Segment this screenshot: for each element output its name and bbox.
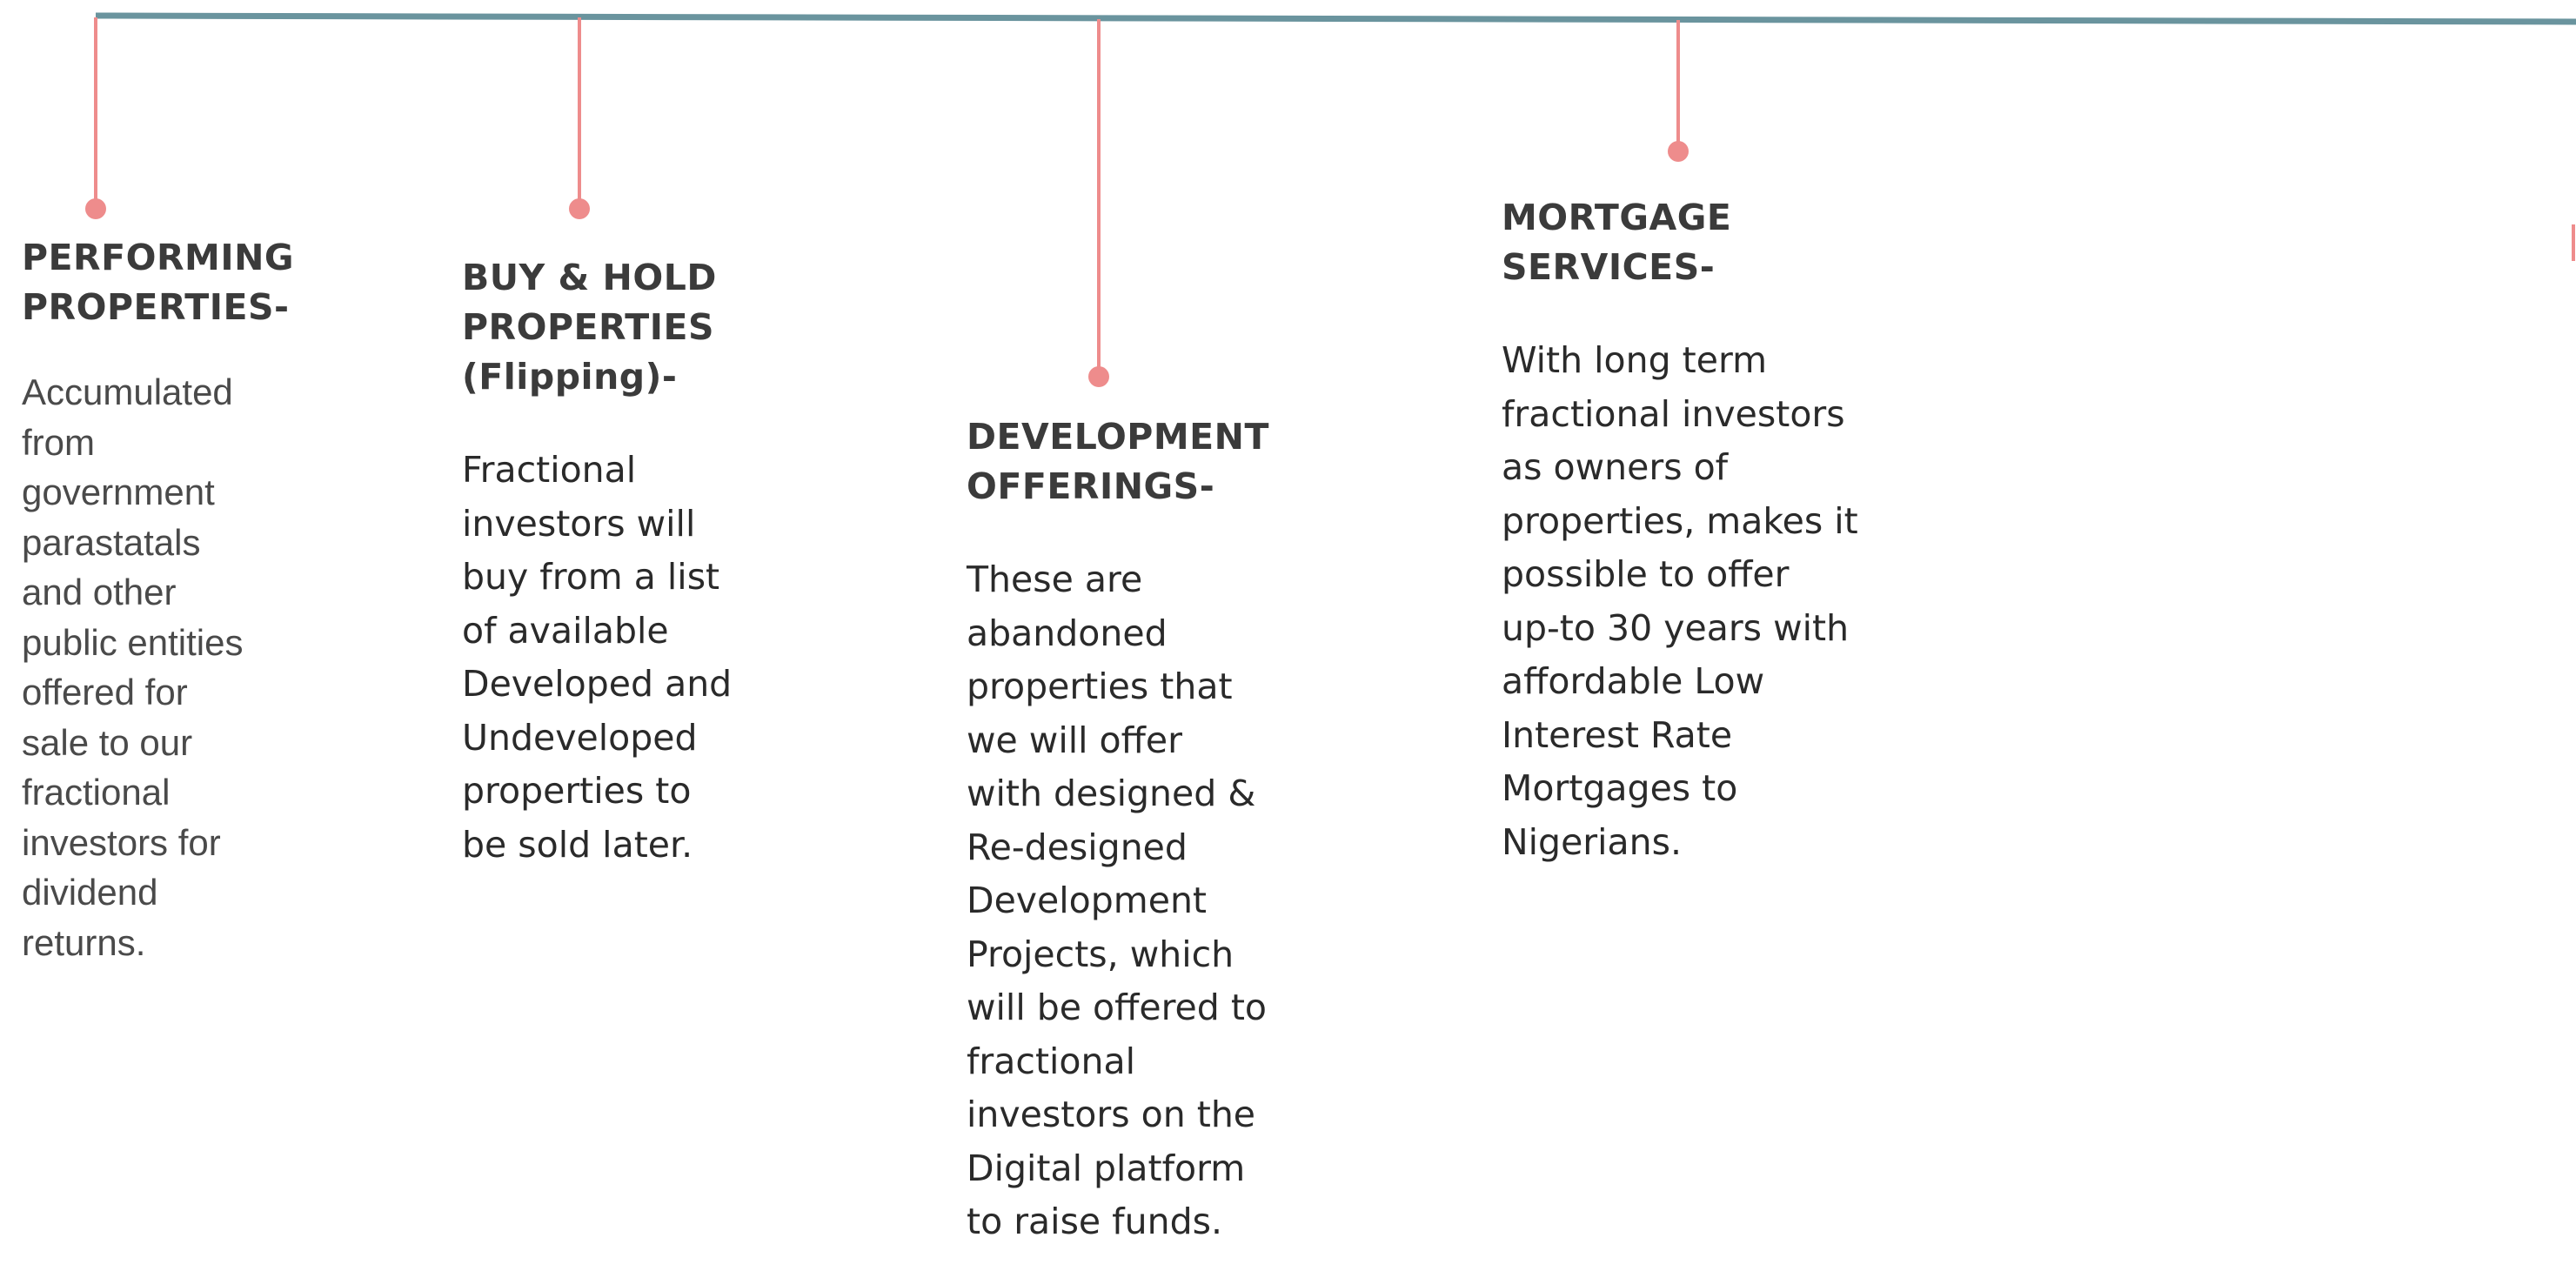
item-description: Accumulated from government parastatals … bbox=[22, 367, 309, 967]
timeline-line bbox=[95, 12, 2576, 25]
item-title-line: MORTGAGE bbox=[1502, 197, 1732, 238]
item-description-line: we will offer bbox=[967, 719, 1182, 761]
item-description-line: Mortgages to bbox=[1502, 767, 1738, 809]
item-description-line: With long term bbox=[1502, 339, 1768, 381]
timeline-item-performing-properties: PERFORMING PROPERTIES- Accumulated from … bbox=[22, 233, 309, 967]
item-description-line: to raise funds. bbox=[967, 1201, 1223, 1242]
item-description-line: buy from a list bbox=[462, 556, 720, 598]
item-description: These are abandoned properties that we w… bbox=[967, 553, 1332, 1249]
timeline-item-development-offerings: DEVELOPMENT OFFERINGS- These are abandon… bbox=[967, 412, 1332, 1249]
item-description-line: Development bbox=[967, 880, 1208, 921]
item-description-line: Interest Rate bbox=[1502, 713, 1733, 756]
item-description-line: Nigerians. bbox=[1502, 820, 1683, 863]
item-title-line: PERFORMING bbox=[22, 237, 295, 278]
item-description-line: from bbox=[22, 421, 95, 463]
item-description-line: investors for bbox=[22, 821, 221, 863]
item-title-line: (Flipping)- bbox=[462, 356, 678, 398]
item-description-line: fractional investors bbox=[1502, 392, 1845, 435]
item-description-line: fractional bbox=[22, 772, 171, 813]
item-description-line: Fractional bbox=[462, 449, 637, 491]
item-description-line: be sold later. bbox=[462, 823, 693, 866]
item-description-line: will be offered to bbox=[967, 987, 1267, 1028]
item-description-line: properties, makes it bbox=[1502, 499, 1858, 542]
item-description-line: up-to 30 years with bbox=[1502, 606, 1850, 649]
item-description-line: Re-designed bbox=[967, 826, 1188, 868]
item-description-line: abandoned bbox=[967, 612, 1168, 654]
item-title-line: BUY & HOLD bbox=[462, 257, 717, 298]
item-description-line: returns. bbox=[22, 921, 146, 963]
item-title: MORTGAGE SERVICES- bbox=[1502, 193, 1919, 292]
item-description-line: and other bbox=[22, 572, 177, 612]
item-description-line: investors will bbox=[462, 502, 696, 545]
item-description-line: possible to offer bbox=[1502, 553, 1790, 595]
item-title-line: PROPERTIES- bbox=[22, 286, 290, 328]
item-description-line: dividend bbox=[22, 872, 158, 913]
timeline-connectors bbox=[85, 17, 2575, 387]
item-description-line: with designed & bbox=[967, 773, 1256, 814]
item-description-line: government bbox=[22, 472, 215, 512]
connector-dot bbox=[1668, 141, 1689, 162]
timeline-item-mortgage-services: MORTGAGE SERVICES- With long term fracti… bbox=[1502, 193, 1919, 869]
item-description-line: investors on the bbox=[967, 1094, 1256, 1135]
item-description-line: properties to bbox=[462, 770, 692, 812]
item-title-line: OFFERINGS- bbox=[967, 465, 1215, 507]
timeline-item-buy-and-hold: BUY & HOLD PROPERTIES (Flipping)- Fracti… bbox=[462, 253, 793, 872]
item-description-line: properties that bbox=[967, 666, 1233, 707]
item-description-line: Digital platform bbox=[967, 1147, 1246, 1189]
item-description-line: affordable Low bbox=[1502, 660, 1765, 702]
item-title: DEVELOPMENT OFFERINGS- bbox=[967, 412, 1332, 512]
item-description-line: sale to our bbox=[22, 721, 193, 763]
item-title: PERFORMING PROPERTIES- bbox=[22, 233, 309, 332]
item-description-line: parastatals bbox=[22, 521, 201, 563]
item-description-line: as owners of bbox=[1502, 446, 1729, 488]
item-description: Fractional investors will buy from a lis… bbox=[462, 444, 793, 872]
item-description-line: Projects, which bbox=[967, 933, 1234, 975]
connector-dot bbox=[569, 198, 590, 219]
item-title-line: PROPERTIES bbox=[462, 306, 715, 348]
connector-dot bbox=[85, 198, 106, 219]
item-description-line: Accumulated bbox=[22, 371, 233, 412]
item-description-line: of available bbox=[462, 609, 669, 652]
item-description-line: Developed and bbox=[462, 663, 733, 705]
item-title-line: SERVICES- bbox=[1502, 246, 1716, 288]
item-description-line: offered for bbox=[22, 672, 188, 712]
item-description-line: These are bbox=[967, 559, 1143, 600]
item-description-line: fractional bbox=[967, 1040, 1136, 1082]
item-description-line: Undeveloped bbox=[462, 716, 698, 759]
item-description: With long term fractional investors as o… bbox=[1502, 334, 1919, 869]
item-description-line: public entities bbox=[22, 621, 244, 663]
item-title: BUY & HOLD PROPERTIES (Flipping)- bbox=[462, 253, 793, 402]
item-title-line: DEVELOPMENT bbox=[967, 416, 1269, 458]
connector-dot bbox=[1088, 366, 1109, 387]
